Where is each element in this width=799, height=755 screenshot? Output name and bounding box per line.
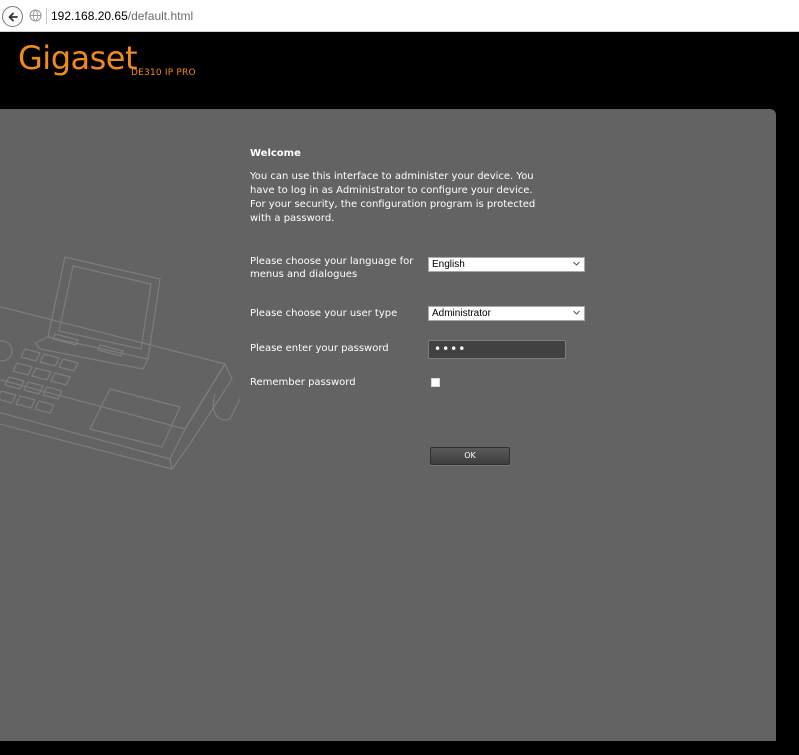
password-label: Please enter your password — [250, 343, 389, 354]
browser-address-bar: 192.168.20.65/default.html — [0, 0, 799, 32]
language-label: Please choose your language for menus an… — [250, 256, 414, 280]
back-button[interactable] — [2, 6, 23, 27]
right-margin — [776, 109, 799, 741]
device-model: DE310 IP PRO — [131, 68, 196, 78]
chevron-down-icon — [573, 261, 580, 266]
login-panel: Welcome You can use this interface to ad… — [0, 109, 776, 741]
welcome-section: Welcome You can use this interface to ad… — [250, 147, 590, 226]
url-host: 192.168.20.65 — [51, 9, 128, 23]
user-type-select-value: Administrator — [432, 308, 491, 319]
url-field[interactable]: 192.168.20.65/default.html — [51, 9, 193, 23]
user-type-label: Please choose your user type — [250, 308, 398, 319]
chevron-down-icon — [573, 310, 580, 315]
remember-password-label: Remember password — [250, 377, 356, 388]
page-header: Gigaset DE310 IP PRO — [0, 33, 799, 109]
user-type-select[interactable]: Administrator — [428, 306, 585, 321]
password-field[interactable]: •••• — [428, 340, 566, 359]
globe-icon — [29, 9, 42, 22]
language-select-value: English — [432, 259, 465, 270]
desk-phone-illustration — [0, 256, 240, 470]
remember-password-checkbox[interactable] — [431, 378, 440, 387]
arrow-left-icon — [8, 12, 18, 21]
welcome-text: You can use this interface to administer… — [250, 171, 536, 224]
address-separator — [46, 8, 47, 24]
language-select[interactable]: English — [428, 257, 585, 272]
welcome-title: Welcome — [250, 148, 301, 159]
url-path: /default.html — [127, 9, 194, 23]
ok-button[interactable]: OK — [430, 447, 510, 465]
bottom-margin — [0, 741, 799, 755]
brand-logo: Gigaset — [18, 39, 138, 77]
